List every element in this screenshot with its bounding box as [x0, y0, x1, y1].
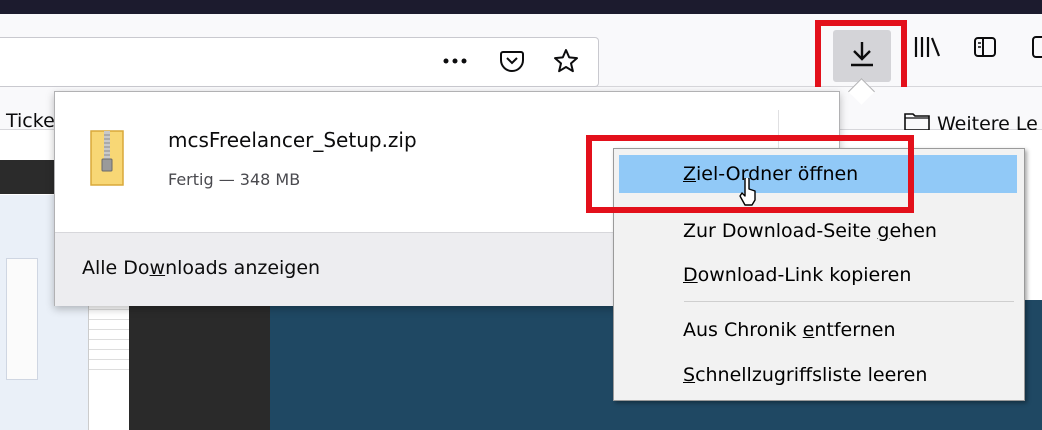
menu-item-clear-preview-panel[interactable]: Schnellzugriffsliste leeren [619, 356, 1017, 394]
show-all-downloads-label: Alle Downloads anzeigen [82, 257, 321, 279]
sidebar-icon[interactable] [968, 30, 1002, 64]
library-icon[interactable] [910, 30, 944, 64]
star-icon[interactable] [551, 46, 581, 76]
page-dark-column [129, 300, 270, 430]
menu-item-go-to-download-page[interactable]: Zur Download-Seite gehen [619, 212, 1017, 250]
url-bar[interactable] [0, 37, 599, 87]
page-dark-strip [0, 160, 60, 194]
menu-item-remove-from-history[interactable]: Aus Chronik entfernen [619, 311, 1017, 349]
overflow-edge [1030, 30, 1042, 64]
page-thumbnail [6, 258, 38, 380]
download-status: Fertig — 348 MB [168, 170, 301, 189]
menu-item-copy-download-link[interactable]: Download-Link kopieren [619, 256, 1017, 294]
window-titlebar [0, 0, 1042, 14]
menu-separator [684, 301, 1014, 302]
download-filename: mcsFreelancer_Setup.zip [168, 128, 417, 152]
bookmark-item-partial[interactable]: Ticke [6, 110, 55, 132]
page-spreadsheet-fragment [88, 300, 131, 430]
mouse-cursor-icon [738, 176, 758, 210]
more-dots-icon[interactable] [440, 46, 470, 76]
zip-file-icon [89, 129, 125, 187]
pocket-icon[interactable] [497, 46, 527, 76]
